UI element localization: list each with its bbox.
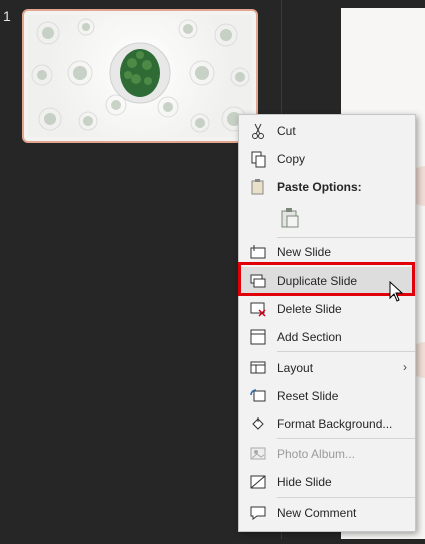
paste-keep-formatting-icon xyxy=(279,207,301,229)
menu-item-layout-label: Layout xyxy=(277,361,314,375)
menu-paste-options-heading: Paste Options: xyxy=(239,174,415,200)
menu-item-cut[interactable]: Cut xyxy=(239,118,415,144)
comment-icon xyxy=(249,504,267,522)
menu-item-format-background-label: Format Background... xyxy=(277,417,393,431)
delete-slide-icon xyxy=(249,300,267,318)
menu-item-reset-slide[interactable]: Reset Slide xyxy=(239,383,415,409)
menu-separator xyxy=(277,351,415,352)
menu-item-hide-slide[interactable]: Hide Slide xyxy=(239,469,415,495)
menu-item-photo-album: Photo Album... xyxy=(239,441,415,467)
slide-thumbnail-image xyxy=(28,15,252,137)
menu-item-add-section-label: Add Section xyxy=(277,330,342,344)
menu-item-cut-label: Cut xyxy=(277,124,296,138)
menu-item-copy[interactable]: Copy xyxy=(239,146,415,172)
menu-item-hide-slide-label: Hide Slide xyxy=(277,475,332,489)
clipboard-icon xyxy=(249,178,267,196)
paste-option-keep-formatting[interactable] xyxy=(239,204,415,232)
copy-icon xyxy=(249,150,267,168)
new-slide-icon xyxy=(249,243,267,261)
menu-item-add-section[interactable]: Add Section xyxy=(239,324,415,350)
context-menu: Cut Copy Paste Options: New Slide Duplic… xyxy=(238,114,416,532)
menu-item-reset-slide-label: Reset Slide xyxy=(277,389,339,403)
menu-separator xyxy=(277,497,415,498)
photo-album-icon xyxy=(249,445,267,463)
hide-slide-icon xyxy=(249,473,267,491)
menu-separator xyxy=(277,237,415,238)
menu-item-delete-slide-label: Delete Slide xyxy=(277,302,342,316)
paste-options-label: Paste Options: xyxy=(277,180,362,194)
menu-item-new-comment[interactable]: New Comment xyxy=(239,500,415,526)
slide-thumbnail[interactable] xyxy=(22,9,258,143)
reset-slide-icon xyxy=(249,387,267,405)
menu-item-copy-label: Copy xyxy=(277,152,306,166)
menu-item-new-comment-label: New Comment xyxy=(277,506,357,520)
menu-item-layout[interactable]: Layout › xyxy=(239,355,415,381)
paint-bucket-icon xyxy=(249,415,267,433)
succulents-picture xyxy=(31,18,250,133)
submenu-chevron-icon: › xyxy=(403,360,407,374)
add-section-icon xyxy=(249,328,267,346)
menu-item-format-background[interactable]: Format Background... xyxy=(239,411,415,437)
mouse-pointer-icon xyxy=(389,280,405,303)
scissors-icon xyxy=(249,122,267,140)
layout-icon xyxy=(249,359,267,377)
menu-separator xyxy=(277,438,415,439)
slide-number: 1 xyxy=(3,8,11,24)
menu-item-new-slide-label: New Slide xyxy=(277,245,332,259)
menu-item-photo-album-label: Photo Album... xyxy=(277,447,356,461)
